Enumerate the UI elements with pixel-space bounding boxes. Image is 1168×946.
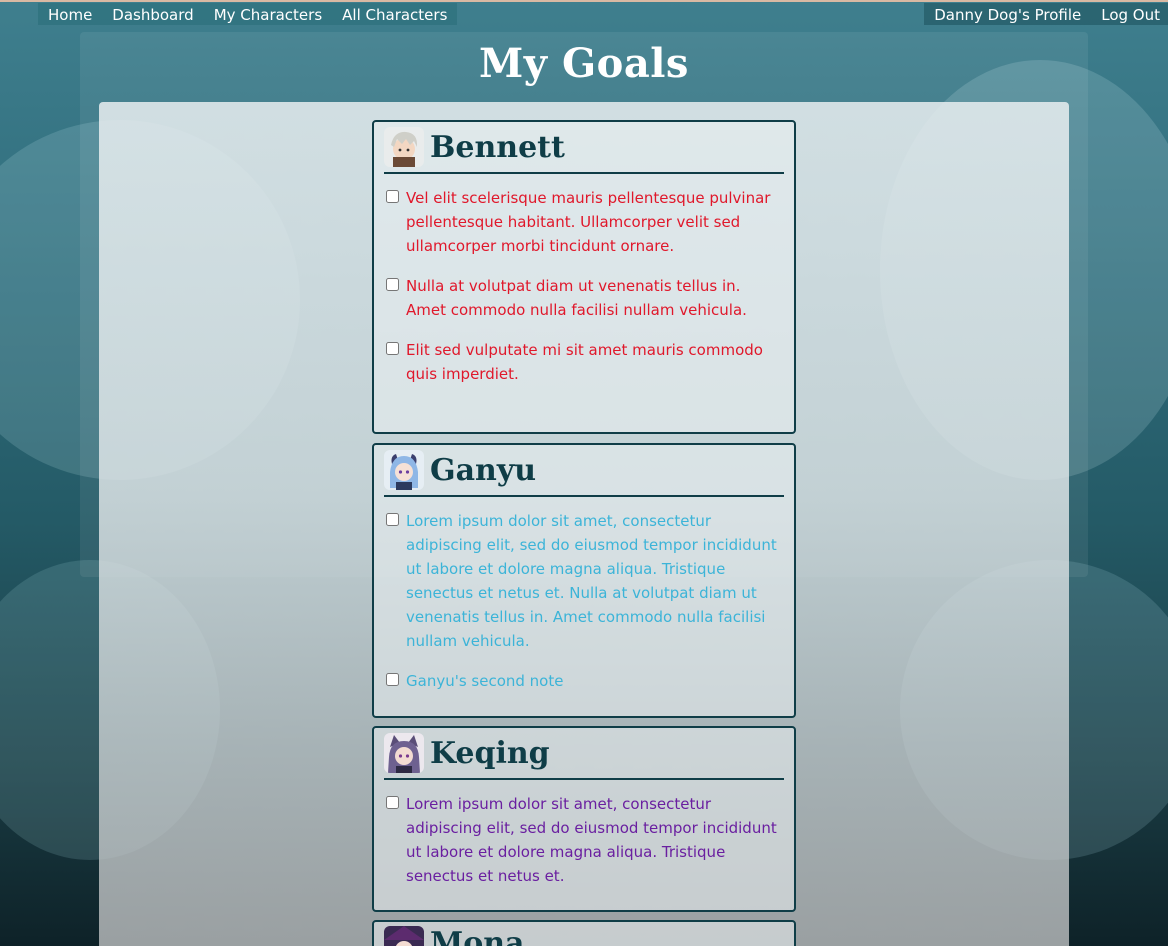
character-card-keqing: Keqing Lorem ipsum dolor sit amet, conse… xyxy=(372,726,796,912)
card-header: Bennett xyxy=(384,122,784,174)
goal-note: Elit sed vulputate mi sit amet mauris co… xyxy=(384,338,784,386)
goal-checkbox[interactable] xyxy=(386,278,399,291)
nav-left-group: Home Dashboard My Characters All Charact… xyxy=(38,3,458,25)
page-title: My Goals xyxy=(479,40,689,87)
nav-my-characters-link[interactable]: My Characters xyxy=(204,3,332,25)
character-card-bennett: Bennett Vel elit scelerisque mauris pell… xyxy=(372,120,796,434)
goal-note-text: Nulla at volutpat diam ut venenatis tell… xyxy=(406,277,747,319)
goal-note: Lorem ipsum dolor sit amet, consectetur … xyxy=(384,792,784,888)
character-card-mona: Mona xyxy=(372,920,796,946)
goal-note-text: Vel elit scelerisque mauris pellentesque… xyxy=(406,189,771,255)
ganyu-avatar xyxy=(384,450,424,490)
bennett-avatar xyxy=(384,127,424,167)
goal-note-text: Elit sed vulputate mi sit amet mauris co… xyxy=(406,341,763,383)
card-title: Ganyu xyxy=(430,452,537,488)
nav-all-characters-link[interactable]: All Characters xyxy=(332,3,457,25)
card-title: Mona xyxy=(430,926,525,946)
goal-checkbox[interactable] xyxy=(386,342,399,355)
card-header: Ganyu xyxy=(384,445,784,497)
navbar: Home Dashboard My Characters All Charact… xyxy=(0,2,1168,26)
nav-right-group: Danny Dog's Profile Log Out xyxy=(924,3,1168,25)
card-header: Mona xyxy=(384,922,784,946)
keqing-avatar xyxy=(384,733,424,773)
nav-logout-link[interactable]: Log Out xyxy=(1091,3,1168,25)
goal-checkbox[interactable] xyxy=(386,190,399,203)
goal-note-text: Ganyu's second note xyxy=(406,672,564,690)
goal-checkbox[interactable] xyxy=(386,513,399,526)
card-header: Keqing xyxy=(384,728,784,780)
goal-note: Vel elit scelerisque mauris pellentesque… xyxy=(384,186,784,258)
goal-checkbox[interactable] xyxy=(386,673,399,686)
goal-note: Ganyu's second note xyxy=(384,669,784,693)
card-title: Bennett xyxy=(430,129,565,165)
goal-checkbox[interactable] xyxy=(386,796,399,809)
goal-note-text: Lorem ipsum dolor sit amet, consectetur … xyxy=(406,512,777,650)
goal-note-text: Lorem ipsum dolor sit amet, consectetur … xyxy=(406,795,777,885)
character-card-ganyu: Ganyu Lorem ipsum dolor sit amet, consec… xyxy=(372,443,796,718)
nav-dashboard-link[interactable]: Dashboard xyxy=(102,3,203,25)
nav-profile-link[interactable]: Danny Dog's Profile xyxy=(924,3,1091,25)
mona-avatar xyxy=(384,926,424,946)
card-title: Keqing xyxy=(430,735,550,771)
goal-note: Nulla at volutpat diam ut venenatis tell… xyxy=(384,274,784,322)
nav-home-link[interactable]: Home xyxy=(38,3,102,25)
goal-note: Lorem ipsum dolor sit amet, consectetur … xyxy=(384,509,784,653)
